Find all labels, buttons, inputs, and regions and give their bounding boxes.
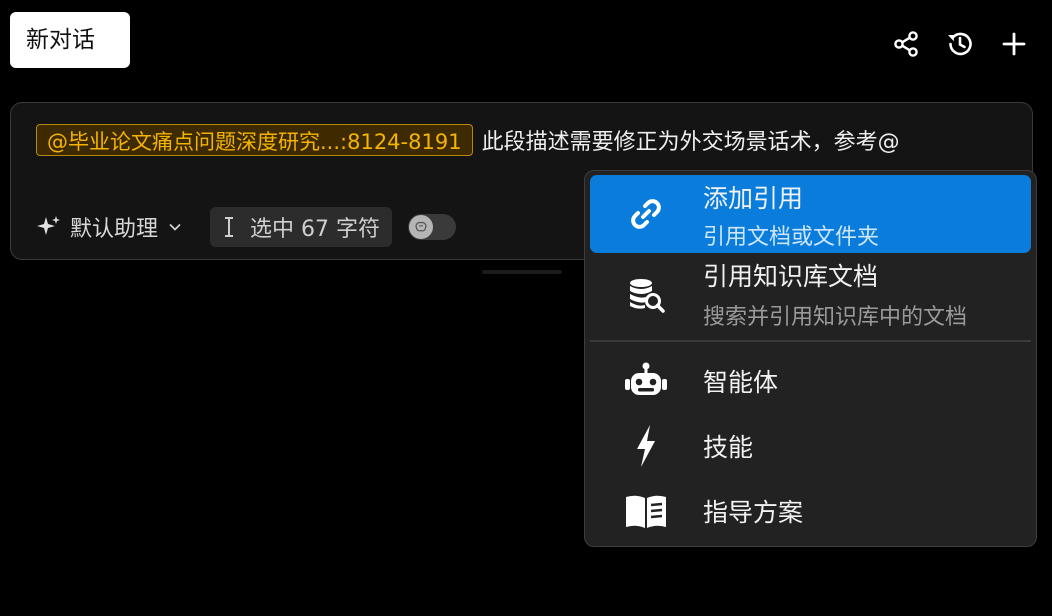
mention-menu: 添加引用 引用文档或文件夹 引用知识库文档 搜索并引用知识库中的文档 智能体 技… xyxy=(584,170,1037,547)
sparkle-icon xyxy=(37,216,60,235)
menu-item-subtitle: 引用文档或文件夹 xyxy=(703,225,880,250)
chevron-down-icon xyxy=(169,223,181,231)
selection-label: 选中 67 字符 xyxy=(250,217,380,242)
menu-item-kb-reference[interactable]: 引用知识库文档 搜索并引用知识库中的文档 xyxy=(590,255,1031,333)
lightning-icon xyxy=(624,424,668,468)
link-icon xyxy=(624,192,668,236)
brain-toggle[interactable] xyxy=(408,214,456,240)
menu-item-title: 技能 xyxy=(703,433,754,462)
menu-item-skills[interactable]: 技能 xyxy=(590,414,1031,478)
menu-item-subtitle: 搜索并引用知识库中的文档 xyxy=(703,305,968,330)
menu-item-guidance[interactable]: 指导方案 xyxy=(590,479,1031,543)
menu-item-title: 指导方案 xyxy=(703,498,804,527)
new-chat-button[interactable]: 新对话 xyxy=(10,12,130,68)
menu-item-title: 引用知识库文档 xyxy=(703,262,879,291)
database-search-icon xyxy=(624,272,668,316)
scroll-indicator xyxy=(482,270,562,274)
brain-icon xyxy=(409,215,433,239)
mention-chip[interactable]: @毕业论文痛点问题深度研究...:8124-8191 xyxy=(36,124,473,156)
history-icon[interactable] xyxy=(944,28,976,60)
assistant-label: 默认助理 xyxy=(70,217,159,242)
share-icon[interactable] xyxy=(890,28,922,60)
robot-icon xyxy=(624,359,668,403)
assistant-selector[interactable]: 默认助理 xyxy=(36,211,182,243)
top-toolbar xyxy=(890,28,1030,60)
plus-icon[interactable] xyxy=(998,28,1030,60)
book-icon xyxy=(624,489,668,533)
menu-item-title: 添加引用 xyxy=(703,184,804,213)
text-cursor-icon xyxy=(225,217,234,237)
menu-item-add-reference[interactable]: 添加引用 引用文档或文件夹 xyxy=(590,175,1031,253)
composer-text-line[interactable]: @毕业论文痛点问题深度研究...:8124-8191 此段描述需要修正为外交场景… xyxy=(36,124,900,156)
composer-toolbar: 默认助理 选中 67 字符 xyxy=(36,207,456,247)
menu-item-agent[interactable]: 智能体 xyxy=(590,349,1031,413)
composer-text[interactable]: 此段描述需要修正为外交场景话术，参考@ xyxy=(482,124,900,156)
selection-chip[interactable]: 选中 67 字符 xyxy=(210,207,392,247)
menu-item-title: 智能体 xyxy=(703,368,779,397)
menu-divider xyxy=(590,340,1031,342)
